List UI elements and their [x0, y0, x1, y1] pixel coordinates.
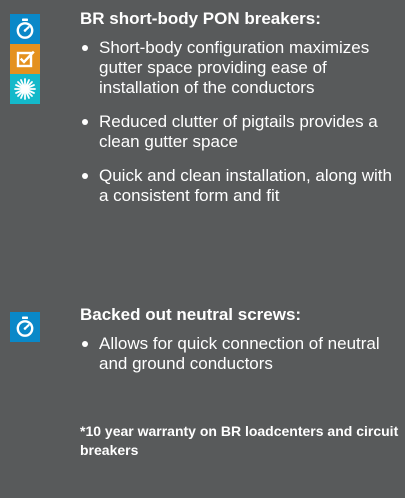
section-1-icon-stack: [10, 14, 40, 104]
section-pon-breakers: BR short-body PON breakers: Short-body c…: [80, 8, 400, 220]
section-2-icon-stack: [10, 312, 40, 342]
bullet-list: Short-body configuration maximizes gutte…: [80, 38, 400, 206]
warranty-footnote: *10 year warranty on BR loadcenters and …: [80, 423, 399, 458]
bullet-list: Allows for quick connection of neutral a…: [80, 334, 400, 374]
bullet-item: Short-body configuration maximizes gutte…: [80, 38, 400, 98]
section-heading: BR short-body PON breakers:: [80, 9, 321, 28]
stopwatch-icon: [10, 14, 40, 44]
bullet-item: Allows for quick connection of neutral a…: [80, 334, 400, 374]
section-neutral-screws: Backed out neutral screws: Allows for qu…: [80, 304, 400, 388]
stopwatch-icon: [10, 312, 40, 342]
bullet-item: Quick and clean installation, along with…: [80, 166, 400, 206]
feature-page: BR short-body PON breakers: Short-body c…: [0, 0, 405, 498]
section-heading: Backed out neutral screws:: [80, 305, 302, 324]
starburst-icon: [10, 74, 40, 104]
bullet-item: Reduced clutter of pigtails provides a c…: [80, 112, 400, 152]
checkbox-icon: [10, 44, 40, 74]
